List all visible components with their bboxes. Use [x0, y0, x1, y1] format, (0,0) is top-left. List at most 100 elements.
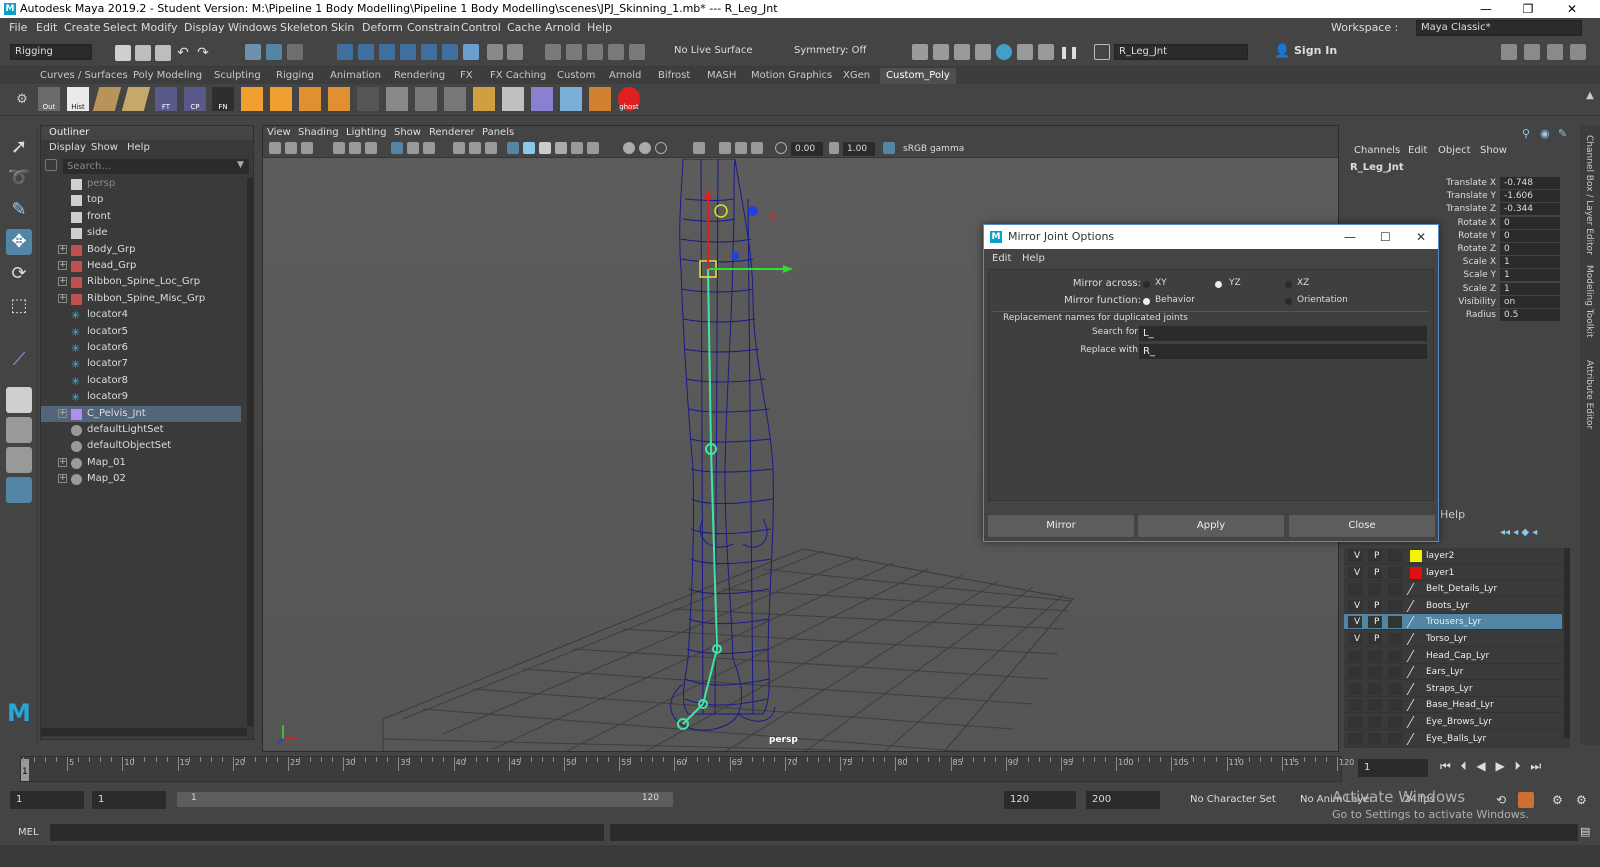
range-bar[interactable]: 1 120 [177, 792, 673, 807]
close-button[interactable]: ✕ [1552, 0, 1592, 18]
dialog-close-button[interactable]: ✕ [1416, 225, 1426, 249]
outliner-item[interactable]: side [41, 225, 241, 241]
menu-cache[interactable]: Cache [507, 18, 541, 37]
textured-icon[interactable] [555, 142, 567, 154]
last-tool-joint-icon[interactable]: ⟋ [6, 347, 32, 373]
channel-value[interactable]: 0.5 [1500, 309, 1560, 321]
poly-cube-icon[interactable] [270, 87, 292, 111]
snap-grid-icon[interactable] [337, 44, 353, 60]
ambient-occlusion-icon[interactable] [623, 142, 635, 154]
channel-box-icon[interactable] [1570, 44, 1586, 60]
channel-label[interactable]: Rotate X [1458, 217, 1497, 230]
layer-color-swatch[interactable] [1410, 566, 1422, 579]
channel-value[interactable]: 0 [1500, 243, 1560, 255]
menu-select[interactable]: Select [103, 18, 137, 37]
outliner-item[interactable]: + Ribbon_Spine_Misc_Grp [41, 291, 241, 307]
filter-icon[interactable] [45, 159, 57, 171]
search-dropdown-icon[interactable]: ▼ [237, 160, 253, 176]
layer-no-color-icon[interactable] [1406, 666, 1426, 679]
undo-icon[interactable]: ↶ [175, 45, 191, 61]
anim-prefs-icon[interactable]: ⚙ [1552, 793, 1568, 809]
channel-label[interactable]: Translate X [1446, 177, 1496, 190]
reference-cell[interactable] [1388, 666, 1402, 679]
outliner-layout-icon[interactable] [6, 477, 32, 503]
channel-label[interactable]: Radius [1466, 309, 1496, 322]
menu-skin[interactable]: Skin [331, 18, 354, 37]
playback-cell[interactable] [1368, 583, 1382, 596]
reference-cell[interactable] [1388, 732, 1402, 745]
radio-behavior[interactable] [1143, 298, 1150, 305]
channel-label[interactable]: Rotate Z [1458, 243, 1497, 256]
wireframe-icon[interactable] [507, 142, 519, 154]
shelf-tab-fx-caching[interactable]: FX Caching [490, 68, 546, 84]
outliner-item[interactable]: persp [41, 176, 241, 192]
output-ops-icon[interactable] [566, 44, 582, 60]
film-gate-icon[interactable] [407, 142, 419, 154]
poly-cube-split-icon[interactable] [241, 87, 263, 111]
channel-value[interactable]: 0 [1500, 216, 1560, 229]
lasso-tool-icon[interactable]: ➰ [6, 165, 32, 191]
layer-arrows-icon[interactable]: ◂◂ ◂ ◆ ◂ [1500, 527, 1537, 538]
field-chart-icon[interactable] [485, 142, 497, 154]
channel-value[interactable]: -1.606 [1500, 190, 1560, 203]
layer-name[interactable]: Boots_Lyr [1426, 598, 1469, 614]
maximize-button[interactable]: ❐ [1508, 0, 1548, 18]
apply-button[interactable]: Apply [1138, 515, 1284, 537]
layer-no-color-icon[interactable] [1406, 599, 1426, 612]
checker-icon[interactable] [589, 87, 611, 111]
use-all-lights-icon[interactable] [571, 142, 583, 154]
2d-pan-icon[interactable] [349, 142, 361, 154]
current-frame-field[interactable]: 1 [1358, 759, 1428, 777]
layer-no-color-icon[interactable] [1406, 699, 1426, 712]
layer-name[interactable]: layer2 [1426, 548, 1454, 564]
playback-cell[interactable] [1368, 649, 1382, 662]
radio-orientation[interactable] [1285, 298, 1292, 305]
select-by-hierarchy-icon[interactable] [245, 44, 261, 60]
shelf-tab-bifrost[interactable]: Bifrost [658, 68, 690, 84]
gamma-field[interactable]: 1.00 [843, 142, 875, 156]
channel-label[interactable]: Translate Y [1447, 190, 1496, 203]
menu-deform[interactable]: Deform [362, 18, 403, 37]
dialog-minimize-button[interactable]: — [1344, 225, 1356, 249]
shelf-tab-rendering[interactable]: Rendering [394, 68, 445, 84]
time-slider-track[interactable]: 1 5 10 15 20 25 30 35 40 45 50 55 60 65 70 75 80 85 90 95 1… [20, 756, 1354, 782]
outliner-item[interactable]: + Head_Grp [41, 258, 241, 274]
menu-control[interactable]: Control [461, 18, 501, 37]
cb-menu-object[interactable]: Object [1438, 145, 1471, 156]
safe-action-icon[interactable] [453, 142, 465, 154]
menu-file[interactable]: File [9, 18, 27, 37]
render-view-icon[interactable] [912, 44, 928, 60]
cb-menu-edit[interactable]: Edit [1408, 145, 1427, 156]
render-settings-icon[interactable] [975, 44, 991, 60]
radio-yz[interactable] [1215, 281, 1222, 288]
layer-row[interactable]: Ears_Lyr [1344, 664, 1562, 681]
reference-cell[interactable] [1388, 716, 1402, 728]
dialog-menu-edit[interactable]: Edit [992, 253, 1011, 264]
playback-flag[interactable]: P [1374, 631, 1379, 647]
outliner-item[interactable]: top [41, 192, 241, 208]
combine-icon[interactable] [502, 87, 524, 111]
loop-icon[interactable]: ⟲ [1496, 793, 1512, 809]
modeling-toolkit-tab[interactable]: Modeling Toolkit [1584, 265, 1594, 338]
shelf-tab-animation[interactable]: Animation [330, 68, 381, 84]
visibility-flag[interactable]: V [1354, 631, 1360, 647]
playback-flag[interactable]: P [1374, 598, 1379, 614]
menu-modify[interactable]: Modify [141, 18, 177, 37]
visibility-cell[interactable] [1348, 682, 1362, 695]
expand-icon[interactable]: + [58, 457, 67, 467]
uv-plane-icon[interactable] [121, 87, 151, 111]
layer-name[interactable]: Ears_Lyr [1426, 664, 1463, 680]
layer-row[interactable]: Eye_Balls_Lyr [1344, 731, 1562, 747]
grid-plane-icon[interactable] [92, 87, 122, 111]
reference-cell[interactable] [1388, 616, 1402, 629]
playback-controls[interactable]: ⏮ ⏴ ◀ ▶ ⏵ ⏭ [1440, 759, 1544, 774]
exposure-field[interactable]: 0.00 [791, 142, 823, 156]
dialog-maximize-button[interactable]: ☐ [1380, 225, 1391, 249]
dialog-close-action-button[interactable]: Close [1289, 515, 1435, 537]
select-by-object-icon[interactable] [266, 44, 282, 60]
bridge-icon[interactable] [473, 87, 495, 111]
four-view-layout-icon[interactable] [6, 417, 32, 443]
channel-value[interactable]: -0.748 [1500, 177, 1560, 189]
multi-cut-icon[interactable] [386, 87, 408, 111]
merge-vertices-icon[interactable] [357, 87, 379, 111]
